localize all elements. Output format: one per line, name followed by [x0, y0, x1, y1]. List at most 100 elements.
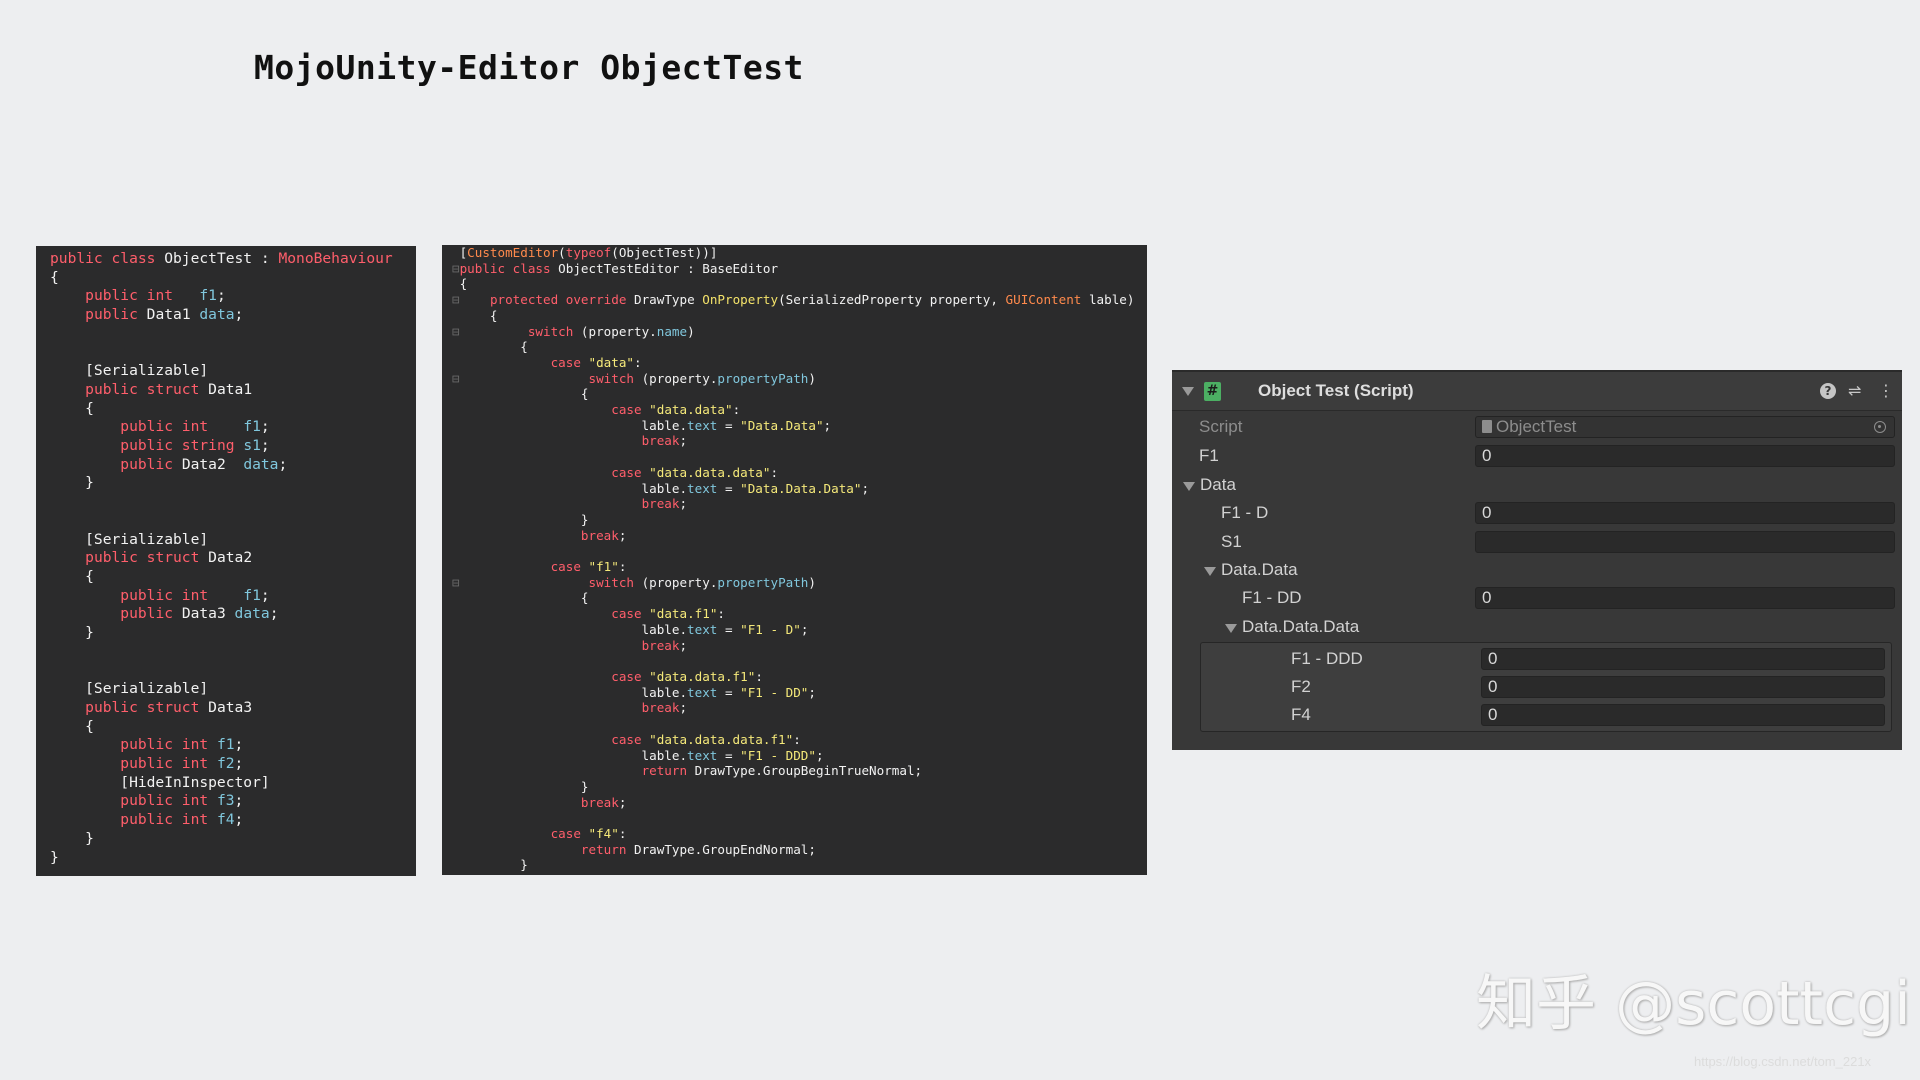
script-asset-icon	[1482, 420, 1492, 433]
f2-label: F2	[1291, 677, 1311, 696]
script-field[interactable]: ObjectTest	[1475, 416, 1895, 438]
data-data-foldout-label[interactable]: Data.Data	[1221, 560, 1298, 580]
f1-label: F1	[1199, 446, 1219, 465]
code-line: case "data":	[452, 355, 1147, 371]
code-token: ObjectTestEditor : BaseEditor	[558, 260, 779, 276]
code-token: data	[199, 306, 235, 324]
code-token: text	[687, 684, 718, 700]
code-token: public struct	[85, 380, 209, 398]
code-token: [Serializable]	[50, 680, 209, 698]
code-line: }	[452, 857, 1147, 873]
code-token: )	[808, 574, 816, 590]
foldout-arrow-icon[interactable]	[1182, 387, 1194, 396]
code-line: }	[50, 849, 416, 868]
component-title: Object Test (Script)	[1258, 381, 1414, 400]
code-line: break;	[452, 638, 1147, 654]
code-line: case "data.data.data.f1":	[452, 732, 1147, 748]
code-line: {	[452, 308, 1147, 324]
object-picker-icon[interactable]	[1874, 421, 1886, 433]
f1-field[interactable]: 0	[1475, 445, 1895, 467]
f2-field[interactable]: 0	[1481, 676, 1885, 698]
code-token: (ObjectTest))]	[611, 245, 718, 260]
code-token: f2	[216, 754, 235, 772]
code-line: break;	[452, 496, 1147, 512]
code-line: public int f1;	[50, 418, 416, 437]
code-token: text	[687, 621, 718, 637]
code-token: ;	[679, 433, 688, 449]
data-data-data-foldout-label[interactable]: Data.Data.Data	[1242, 617, 1359, 637]
f4-field[interactable]: 0	[1481, 704, 1885, 726]
code-token: "F1 - DDD"	[740, 747, 816, 763]
code-line: lable.text = "F1 - DDD";	[452, 748, 1147, 764]
f4-label: F4	[1291, 705, 1311, 724]
data-foldout-icon[interactable]	[1183, 482, 1195, 491]
data-data-data-foldout-icon[interactable]	[1225, 624, 1237, 633]
code-token: ;	[679, 637, 688, 653]
code-token: public int	[120, 736, 217, 754]
code-token: ;	[269, 605, 279, 623]
code-token: MonoBehaviour	[278, 250, 393, 267]
menu-icon[interactable]: ⋮	[1878, 381, 1894, 400]
code-line: public class ObjectTest : MonoBehaviour	[50, 250, 416, 269]
code-token: break	[641, 496, 680, 512]
inspector-panel: # Object Test (Script) ? ⇌ ⋮ Script Obje…	[1172, 370, 1902, 750]
code-token: break	[580, 527, 619, 543]
code-line: public int f2;	[50, 755, 416, 774]
f1-ddd-field[interactable]: 0	[1481, 648, 1885, 670]
code-token: "f1"	[588, 559, 619, 575]
s1-field[interactable]	[1475, 531, 1895, 553]
code-token: }	[50, 829, 94, 847]
code-token: public int	[120, 418, 209, 436]
code-panel-objecttesteditor: [CustomEditor(typeof(ObjectTest))] ⊟publi…	[442, 245, 1147, 875]
code-line: public int f4;	[50, 811, 416, 830]
code-token: ;	[618, 794, 627, 810]
data-foldout-label[interactable]: Data	[1200, 475, 1236, 495]
data-data-foldout-icon[interactable]	[1204, 567, 1216, 576]
code-token: text	[687, 747, 718, 763]
code-line: break;	[452, 700, 1147, 716]
help-icon[interactable]: ?	[1820, 383, 1836, 399]
code-token: "F1 - DD"	[740, 684, 809, 700]
code-token: {	[50, 567, 94, 585]
code-token: break	[641, 433, 680, 449]
code-token: f4	[216, 811, 235, 829]
code-token: ⊟	[452, 260, 460, 276]
code-line: case "data.data.data":	[452, 465, 1147, 481]
preset-icon[interactable]: ⇌	[1848, 381, 1861, 400]
code-token: "data"	[588, 354, 635, 370]
code-token: switch	[588, 574, 635, 590]
code-token: {	[452, 339, 528, 355]
code-line: ⊟ switch (property.propertyPath)	[452, 575, 1147, 591]
code-token: :	[717, 606, 725, 622]
f1-dd-field[interactable]: 0	[1475, 587, 1895, 609]
code-token: public int	[120, 811, 217, 829]
component-header[interactable]: # Object Test (Script) ? ⇌ ⋮	[1172, 372, 1902, 411]
code-line: break;	[452, 795, 1147, 811]
f1-d-field[interactable]: 0	[1475, 502, 1895, 524]
code-token: public class	[459, 260, 559, 276]
code-token: public struct	[85, 549, 209, 567]
code-token: [	[452, 245, 468, 260]
code-token: ;	[823, 417, 832, 433]
code-token: ;	[216, 287, 226, 305]
code-token: text	[687, 480, 718, 496]
